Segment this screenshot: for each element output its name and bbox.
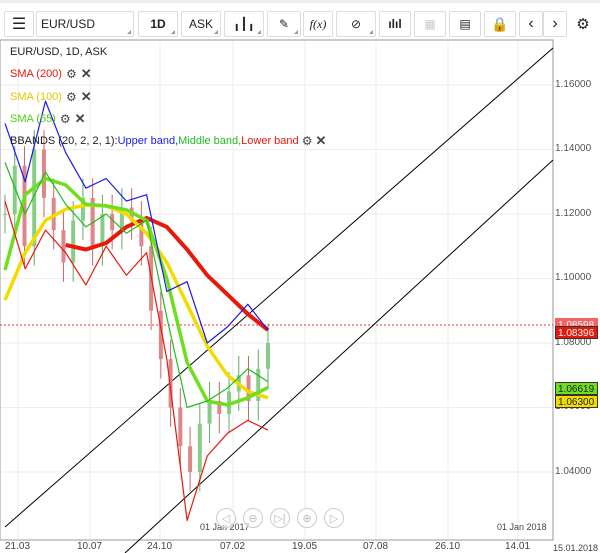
legend-sma200: SMA (200) ⚙ ✕ [10,66,92,82]
gear-icon[interactable]: ⚙ [60,112,71,126]
time-label: 21.03 [5,541,31,552]
gear-icon[interactable]: ⚙ [302,134,313,148]
triangle-right-icon: ▷ [329,512,339,525]
middle-band-label: Middle band, [178,135,242,147]
sma200-label: SMA (200) [10,68,62,80]
time-label: 19.05 [292,541,318,552]
close-icon[interactable]: ✕ [75,111,86,127]
candle-body [110,214,115,231]
time-axis-end-label: 15.01.2018 [553,543,599,553]
candle-body [100,214,105,247]
candle-body [207,401,212,424]
time-label: 07.08 [363,541,389,552]
triangle-left-icon: ◁ [221,512,231,525]
price-label: 1.12000 [555,208,592,219]
price-label: 1.14000 [555,143,592,154]
lower-line [4,200,269,522]
zoom-in-button[interactable]: ⊕ [297,508,317,528]
gear-icon[interactable]: ⚙ [66,67,77,81]
candle-body [71,220,76,263]
trend-channel-lower[interactable] [124,159,554,553]
time-label: 14.01 [505,541,531,552]
sma55-label: SMA (55) [10,113,56,125]
legend-bbands: BBANDS (20, 2, 2, 1): Upper band, Middle… [10,133,326,149]
time-label: 24.10 [147,541,173,552]
gear-icon[interactable]: ⚙ [66,90,77,104]
legend-sma100: SMA (100) ⚙ ✕ [10,89,92,105]
close-icon[interactable]: ✕ [316,133,327,149]
scroll-forward-button[interactable]: ▷ [324,508,344,528]
lower-band-label: Lower band [241,135,299,147]
year-marker: 01 Jan 2018 [497,522,547,532]
upper-band-label: Upper band, [117,135,179,147]
legend-title: EUR/USD, 1D, ASK [10,46,107,58]
price-label: 1.10000 [555,272,592,283]
candle-body [188,446,193,472]
candle-body [3,214,7,215]
skip-end-icon: ▷| [274,512,286,525]
sma100-price-tag: 1.06300 [555,395,598,408]
sma200-price-tag: 1.08396 [555,326,598,339]
zoom-out-icon: ⊖ [248,512,258,525]
candle-body [197,423,202,472]
trend-channel-upper[interactable] [4,47,554,528]
candle-body [61,230,66,263]
legend-sma55: SMA (55) ⚙ ✕ [10,111,86,127]
time-label: 26.10 [435,541,461,552]
candle-body [266,343,270,369]
zoom-out-button[interactable]: ⊖ [243,508,263,528]
time-label: 07.02 [220,541,246,552]
close-icon[interactable]: ✕ [81,66,92,82]
scroll-back-button[interactable]: ◁ [216,508,236,528]
candle-body [178,407,183,447]
zoom-in-icon: ⊕ [302,512,312,525]
sma55-price-tag: 1.06619 [555,382,598,395]
go-to-latest-button[interactable]: ▷| [270,508,290,528]
price-chart[interactable] [0,0,600,553]
sma100-label: SMA (100) [10,91,62,103]
close-icon[interactable]: ✕ [81,89,92,105]
price-label: 1.04000 [555,466,592,477]
bbands-label: BBANDS (20, 2, 2, 1): [10,135,118,147]
price-label: 1.16000 [555,79,592,90]
sma100-line [3,203,269,400]
chart-title: EUR/USD, 1D, ASK [10,46,108,58]
time-label: 10.07 [77,541,103,552]
